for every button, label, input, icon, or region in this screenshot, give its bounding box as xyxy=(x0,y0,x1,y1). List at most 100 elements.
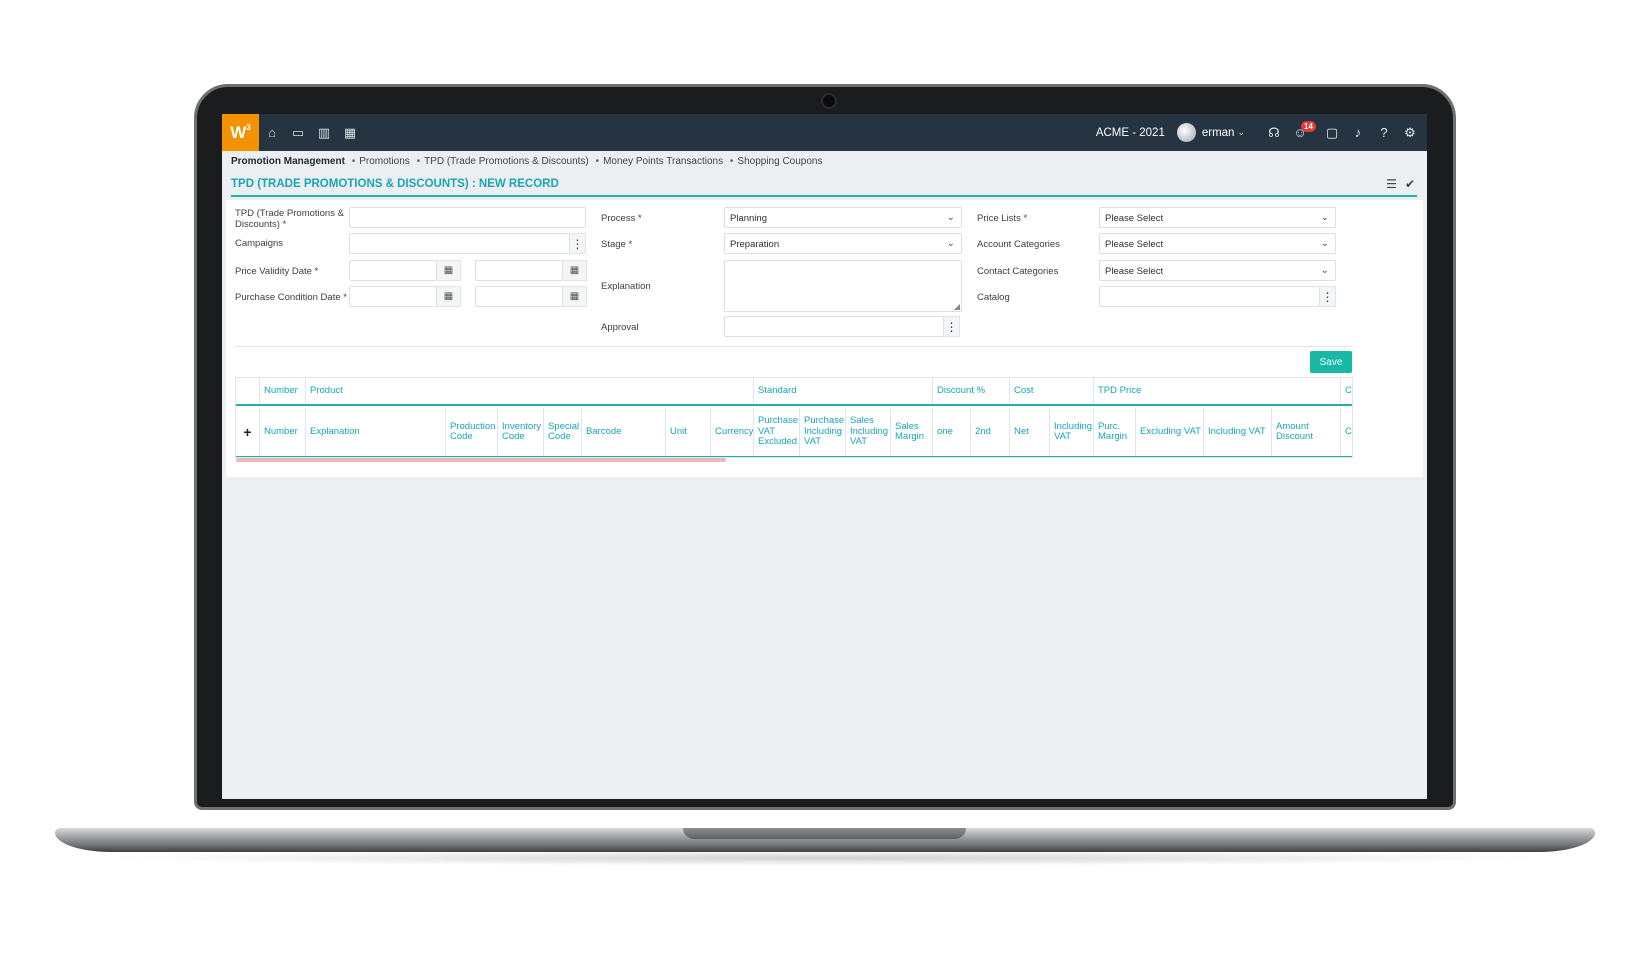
chevron-down-icon: ⌄ xyxy=(1320,265,1329,276)
form-panel: TPD (Trade Promotions & Discounts) * Cam… xyxy=(226,200,1423,477)
purchase-condition-end-input[interactable] xyxy=(475,286,563,307)
column-header-discount-2nd[interactable]: 2nd xyxy=(971,408,1010,456)
price-lists-select[interactable]: Please Select ⌄ xyxy=(1099,207,1336,228)
stage-label: Stage * xyxy=(601,239,633,250)
column-header-purc-margin[interactable]: Purc. Margin xyxy=(1094,408,1136,456)
add-row-button[interactable]: + xyxy=(236,408,260,456)
breadcrumb-separator: • xyxy=(416,156,421,167)
breadcrumb-item-promotions[interactable]: Promotions xyxy=(359,156,410,167)
stage-select[interactable]: Preparation ⌄ xyxy=(724,233,962,254)
column-header-currency[interactable]: Currency xyxy=(711,408,754,456)
calendar-icon[interactable]: ▦ xyxy=(563,286,587,307)
chat-icon[interactable]: ▢ xyxy=(1319,114,1345,151)
column-header-purchase-vat-excluded[interactable]: Purchase VAT Excluded xyxy=(754,408,800,456)
column-header-excluding-vat[interactable]: Excluding VAT xyxy=(1136,408,1204,456)
bar-chart-icon[interactable]: ▥ xyxy=(311,114,337,151)
company-selector[interactable]: ACME - 2021 xyxy=(1096,127,1165,139)
headset-icon[interactable]: ☊ xyxy=(1261,114,1287,151)
contact-categories-value: Please Select xyxy=(1105,266,1164,277)
calendar-icon[interactable]: ▦ xyxy=(437,286,461,307)
save-button[interactable]: Save xyxy=(1310,351,1352,373)
contact-categories-select[interactable]: Please Select ⌄ xyxy=(1099,260,1336,281)
account-categories-value: Please Select xyxy=(1105,239,1164,250)
horizontal-scrollbar[interactable] xyxy=(236,458,726,462)
list-icon[interactable]: ☰ xyxy=(1386,177,1397,191)
check-icon[interactable]: ✔ xyxy=(1405,177,1415,191)
page-title: TPD (TRADE PROMOTIONS & DISCOUNTS) : NEW… xyxy=(231,178,559,190)
column-header-number[interactable]: Number xyxy=(260,408,306,456)
grid-group-header-cost: Cost xyxy=(1010,378,1094,404)
calendar-icon[interactable]: ▦ xyxy=(337,114,363,151)
approval-input[interactable] xyxy=(724,316,944,337)
resize-handle-icon[interactable]: ◢ xyxy=(954,302,960,311)
grid-group-header-standard: Standard xyxy=(754,378,933,404)
column-header-net[interactable]: Net xyxy=(1010,408,1050,456)
chevron-down-icon[interactable]: ⌄ xyxy=(1237,127,1245,138)
purchase-condition-label: Purchase Condition Date * xyxy=(235,292,347,303)
column-header-production-code[interactable]: Production Code xyxy=(446,408,498,456)
tpd-input[interactable] xyxy=(349,207,586,228)
breadcrumb-item-tpd[interactable]: TPD (Trade Promotions & Discounts) xyxy=(424,156,589,167)
webcam xyxy=(821,93,837,109)
column-header-cost-including-vat[interactable]: Including VAT xyxy=(1050,408,1094,456)
notification-badge: 14 xyxy=(1301,121,1316,132)
process-value: Planning xyxy=(730,213,767,224)
grid-group-header-discount: Discount % xyxy=(933,378,1010,404)
catalog-input[interactable] xyxy=(1099,286,1320,307)
user-name[interactable]: erman xyxy=(1202,127,1235,139)
column-header-inventory-code[interactable]: Inventory Code xyxy=(498,408,544,456)
tpd-label: TPD (Trade Promotions & Discounts) * xyxy=(235,208,344,230)
breadcrumb-item-money-points[interactable]: Money Points Transactions xyxy=(603,156,723,167)
column-header-amount-discount[interactable]: Amount Discount xyxy=(1272,408,1341,456)
chevron-down-icon: ⌄ xyxy=(1320,238,1329,249)
laptop-notch xyxy=(683,828,966,839)
column-header-special-code[interactable]: Special Code xyxy=(544,408,582,456)
process-label: Process * xyxy=(601,213,642,224)
column-header-explanation[interactable]: Explanation xyxy=(306,408,446,456)
top-bar-right: ACME - 2021 erman ⌄ ☊ ☺ 14 ▢ ♪ ? ⚙ xyxy=(1096,114,1427,151)
breadcrumb-separator: • xyxy=(595,156,600,167)
campaigns-more-icon[interactable]: ⋮ xyxy=(570,233,586,254)
column-header-sales-including-vat[interactable]: Sales Including VAT xyxy=(846,408,891,456)
price-lists-label: Price Lists * xyxy=(977,213,1028,224)
title-bar: TPD (TRADE PROMOTIONS & DISCOUNTS) : NEW… xyxy=(231,173,1417,197)
grid-group-header-number: Number xyxy=(260,378,306,404)
price-lists-value: Please Select xyxy=(1105,213,1164,224)
smiley-icon[interactable]: ☺ 14 xyxy=(1287,114,1316,151)
price-validity-start-input[interactable] xyxy=(349,260,437,281)
column-header-including-vat[interactable]: Including VAT xyxy=(1204,408,1272,456)
campaigns-input[interactable] xyxy=(349,233,570,254)
home-icon[interactable]: ⌂ xyxy=(259,114,285,151)
account-categories-select[interactable]: Please Select ⌄ xyxy=(1099,233,1336,254)
column-header-discount-one[interactable]: one xyxy=(933,408,971,456)
laptop-mockup: W3 ⌂ ▭ ▥ ▦ ACME - 2021 erman ⌄ ☊ ☺ 14 ▢ ♪… xyxy=(0,0,1649,953)
app-screen: W3 ⌂ ▭ ▥ ▦ ACME - 2021 erman ⌄ ☊ ☺ 14 ▢ ♪… xyxy=(222,114,1427,799)
breadcrumb: Promotion Management • Promotions • TPD (T… xyxy=(231,156,823,167)
calendar-icon[interactable]: ▦ xyxy=(563,260,587,281)
explanation-textarea[interactable]: ◢ xyxy=(724,260,962,312)
column-header-unit[interactable]: Unit xyxy=(666,408,711,456)
catalog-more-icon[interactable]: ⋮ xyxy=(1320,286,1336,307)
column-header-sales-margin[interactable]: Sales Margin xyxy=(891,408,933,456)
chevron-down-icon: ⌄ xyxy=(946,238,955,249)
box-icon[interactable]: ▭ xyxy=(285,114,311,151)
price-validity-end-input[interactable] xyxy=(475,260,563,281)
breadcrumb-item-promotion-management[interactable]: Promotion Management xyxy=(231,156,345,167)
avatar[interactable] xyxy=(1176,123,1196,142)
process-select[interactable]: Planning ⌄ xyxy=(724,207,962,228)
approval-more-icon[interactable]: ⋮ xyxy=(944,316,960,337)
gear-icon[interactable]: ⚙ xyxy=(1397,114,1423,151)
chevron-down-icon: ⌄ xyxy=(946,212,955,223)
app-logo[interactable]: W3 xyxy=(222,114,259,151)
bell-icon[interactable]: ♪ xyxy=(1345,114,1371,151)
column-header-purchase-including-vat[interactable]: Purchase Including VAT xyxy=(800,408,846,456)
purchase-condition-start-input[interactable] xyxy=(349,286,437,307)
stage-value: Preparation xyxy=(730,239,780,250)
help-icon[interactable]: ? xyxy=(1371,114,1397,151)
calendar-icon[interactable]: ▦ xyxy=(437,260,461,281)
catalog-label: Catalog xyxy=(977,292,1010,303)
column-header-cu[interactable]: Cu xyxy=(1341,408,1352,456)
column-header-barcode[interactable]: Barcode xyxy=(582,408,666,456)
product-grid: Number Product Standard Discount % Cost … xyxy=(235,377,1353,458)
breadcrumb-item-shopping-coupons[interactable]: Shopping Coupons xyxy=(737,156,822,167)
